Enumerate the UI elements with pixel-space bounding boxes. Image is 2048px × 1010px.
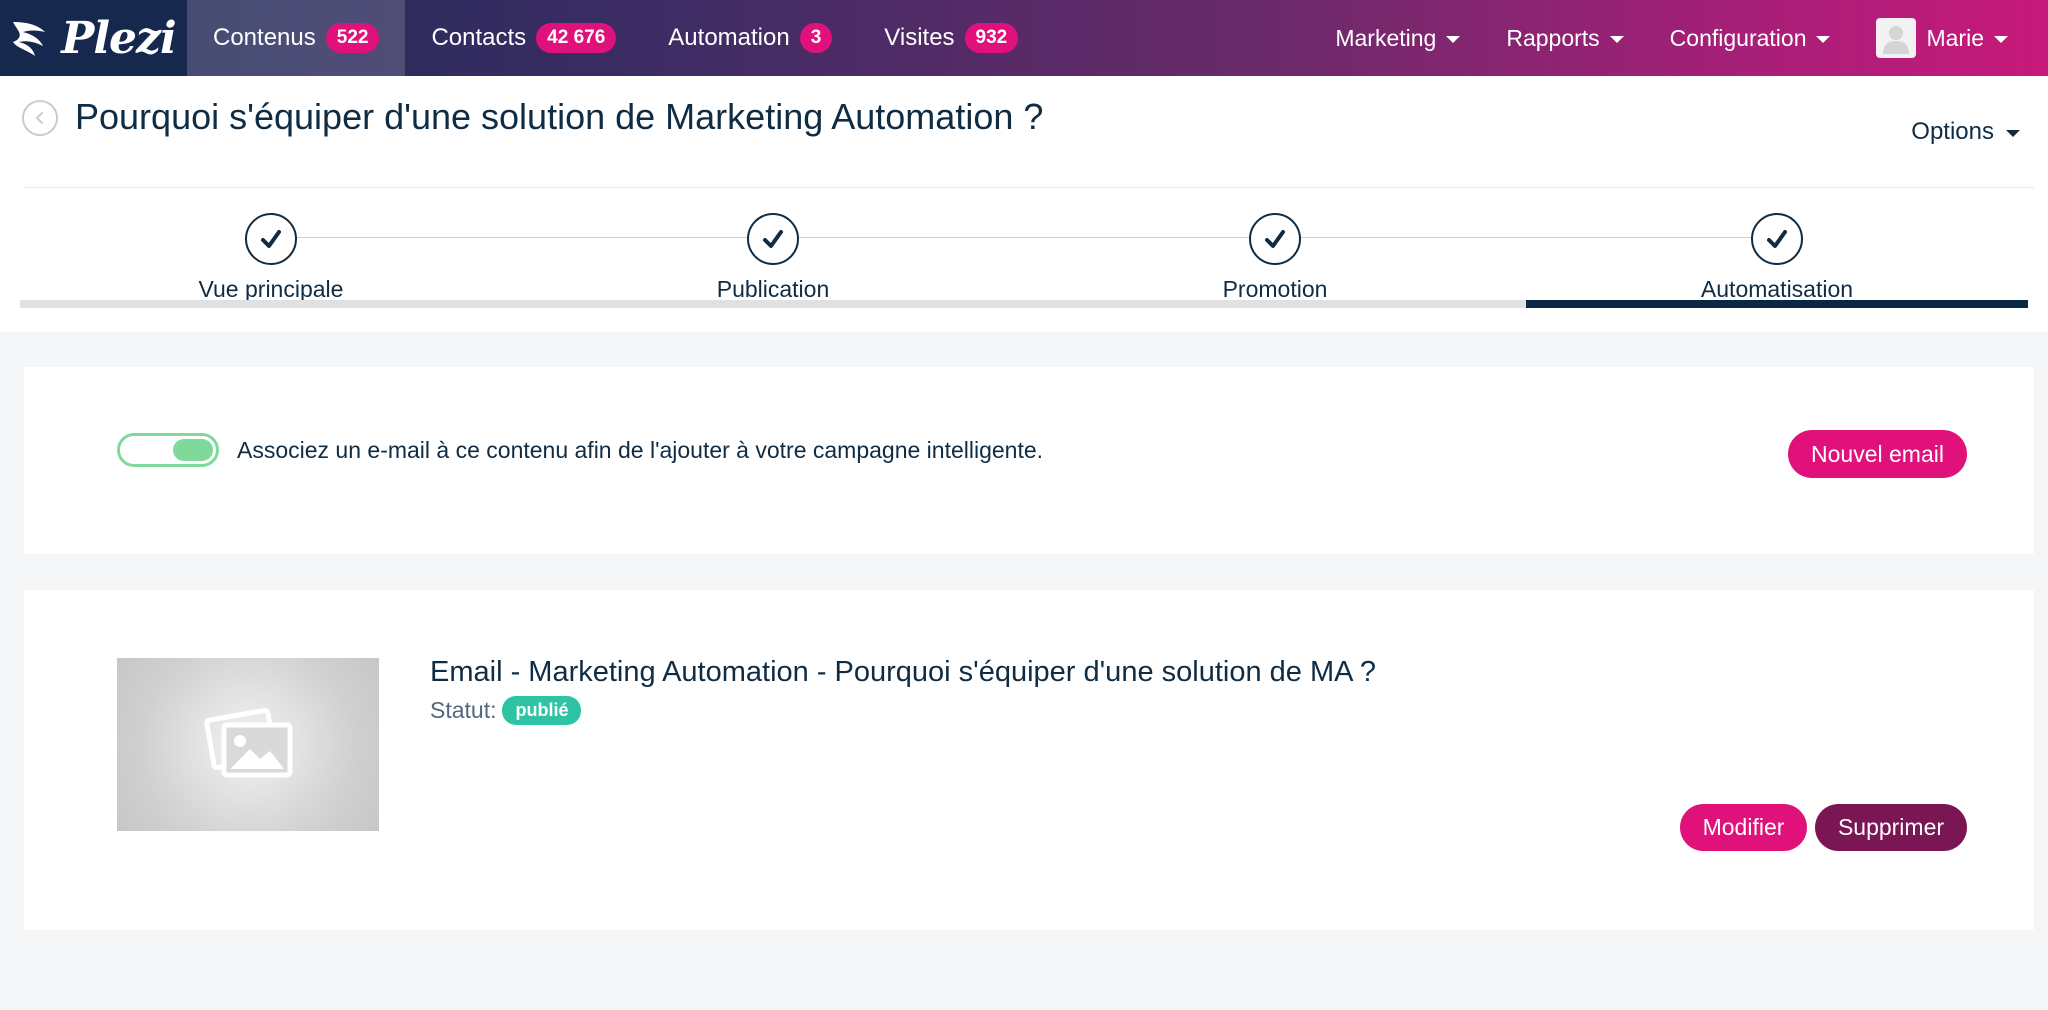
step-progress-bar: [522, 300, 1024, 308]
step-label: Automatisation: [1700, 276, 1854, 302]
menu-label: Rapports: [1506, 24, 1600, 51]
nav-count-badge: 522: [325, 23, 380, 53]
workflow-stepper: Vue principale Publication Promotion Aut…: [20, 133, 2030, 308]
nav-label: Contacts: [431, 24, 527, 51]
step-progress-bar: [1024, 300, 1526, 308]
nav-contenus[interactable]: Contenus 522: [187, 0, 406, 76]
delete-button[interactable]: Supprimer: [1815, 804, 1967, 851]
email-thumbnail[interactable]: [117, 658, 379, 831]
step-vue-principale[interactable]: Vue principale: [20, 133, 522, 308]
step-progress-bar-active: [1526, 300, 2028, 308]
toggle-knob: [173, 439, 213, 461]
back-button[interactable]: [22, 100, 58, 136]
caret-down-icon: [1994, 36, 2008, 43]
avatar: [1876, 18, 1917, 58]
menu-rapports[interactable]: Rapports: [1483, 0, 1646, 76]
new-email-button[interactable]: Nouvel email: [1788, 430, 1967, 478]
step-progress-bar: [20, 300, 522, 308]
step-complete-check-icon: [1751, 213, 1803, 265]
caret-down-icon: [1609, 36, 1624, 43]
brand-logo[interactable]: Plezi: [0, 0, 187, 76]
edit-button[interactable]: Modifier: [1680, 804, 1807, 851]
menu-label: Configuration: [1669, 24, 1807, 51]
menu-label: Marketing: [1335, 24, 1437, 51]
step-complete-check-icon: [1249, 213, 1301, 265]
user-name: Marie: [1926, 24, 1984, 51]
step-label: Vue principale: [198, 276, 344, 302]
status-label: Statut:: [430, 697, 497, 723]
toggle-description: Associez un e-mail à ce contenu afin de …: [237, 437, 1044, 463]
page-title: Pourquoi s'équiper d'une solution de Mar…: [75, 96, 1044, 137]
top-navbar: Plezi Contenus 522 Contacts 42 676 Autom…: [0, 0, 2048, 76]
automation-toggle[interactable]: [117, 433, 219, 467]
automation-card: Associez un e-mail à ce contenu afin de …: [24, 367, 2034, 554]
chevron-left-icon: [36, 112, 43, 124]
status-badge: publié: [502, 696, 582, 725]
nav-right-menus: Marketing Rapports Configuration Marie: [1312, 0, 2048, 76]
brand-name: Plezi: [61, 12, 176, 64]
user-menu[interactable]: Marie: [1853, 0, 2048, 76]
nav-count-badge: 42 676: [536, 23, 617, 53]
step-complete-check-icon: [747, 213, 799, 265]
step-label: Promotion: [1222, 276, 1328, 302]
nav-automation[interactable]: Automation 3: [642, 0, 858, 76]
image-placeholder-icon: [204, 707, 293, 777]
nav-label: Automation: [668, 24, 790, 51]
menu-configuration[interactable]: Configuration: [1647, 0, 1854, 76]
status-row: Statut: publié: [430, 696, 582, 725]
menu-marketing[interactable]: Marketing: [1312, 0, 1483, 76]
nav-label: Contenus: [213, 24, 316, 51]
nav-visites[interactable]: Visites 932: [858, 0, 1044, 76]
email-title[interactable]: Email - Marketing Automation - Pourquoi …: [430, 656, 1376, 689]
step-label: Publication: [716, 276, 830, 302]
nav-contacts[interactable]: Contacts 42 676: [405, 0, 642, 76]
nav-count-badge: 3: [799, 23, 833, 53]
nav-label: Visites: [884, 24, 955, 51]
step-complete-check-icon: [245, 213, 297, 265]
caret-down-icon: [1816, 36, 1831, 43]
step-publication[interactable]: Publication: [522, 133, 1024, 308]
caret-down-icon: [1446, 36, 1461, 43]
plezi-bird-icon: [11, 18, 55, 58]
step-automatisation[interactable]: Automatisation: [1526, 133, 2028, 308]
step-promotion[interactable]: Promotion: [1024, 133, 1526, 308]
nav-count-badge: 932: [964, 23, 1019, 53]
user-silhouette-icon: [1883, 26, 1910, 54]
email-card: Email - Marketing Automation - Pourquoi …: [24, 590, 2034, 930]
